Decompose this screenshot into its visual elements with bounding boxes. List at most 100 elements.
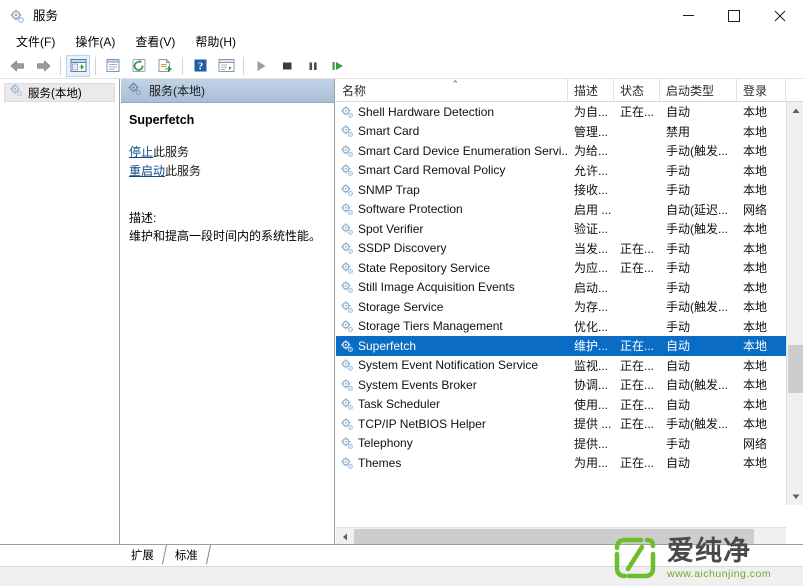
tree-item-services-local[interactable]: 服务(本地) — [4, 83, 115, 102]
cell-desc: 为存... — [574, 300, 609, 315]
vertical-scrollbar-thumb[interactable] — [788, 345, 803, 393]
cell-name: Spot Verifier — [336, 219, 568, 239]
table-row[interactable]: Themes 为用... 正在... 自动 本地 — [336, 453, 786, 473]
cell-status — [614, 161, 660, 181]
tab-standard[interactable]: 标准 — [162, 545, 212, 564]
menu-action[interactable]: 操作(A) — [65, 32, 125, 52]
table-row[interactable]: Shell Hardware Detection 为自... 正在... 自动 本地 — [336, 102, 786, 122]
cell-desc: 验证... — [574, 222, 609, 237]
service-gear-icon — [340, 417, 354, 431]
service-gear-icon — [340, 456, 354, 470]
scroll-up-arrow-icon[interactable] — [787, 102, 803, 119]
service-name: Telephony — [358, 436, 413, 451]
restart-service-icon[interactable] — [327, 55, 351, 77]
properties-icon[interactable] — [101, 55, 125, 77]
table-row[interactable]: Telephony 提供... 手动 网络 — [336, 434, 786, 454]
forward-icon[interactable] — [31, 55, 55, 77]
cell-desc: 监视... — [574, 358, 609, 373]
column-header-2[interactable]: 状态 — [614, 79, 660, 101]
show-hide-action-pane-icon[interactable] — [214, 55, 238, 77]
main-content: 服务(本地) 服务(本地) Superfetch 停止此服务 重启动此服务 描述… — [0, 79, 803, 544]
menu-file[interactable]: 文件(F) — [6, 32, 65, 52]
tab-extended[interactable]: 扩展 — [118, 545, 168, 564]
pause-service-icon[interactable] — [301, 55, 325, 77]
service-name: TCP/IP NetBIOS Helper — [358, 416, 486, 431]
cell-status — [614, 200, 660, 220]
maximize-button[interactable] — [711, 0, 757, 31]
cell-startup: 自动(触发... — [666, 378, 728, 393]
cell-logon: 本地 — [743, 144, 768, 159]
service-gear-icon — [340, 241, 354, 255]
close-button[interactable] — [757, 0, 803, 31]
table-row[interactable]: System Event Notification Service 监视... 正在… — [336, 356, 786, 376]
stop-service-suffix: 此服务 — [153, 145, 190, 159]
table-row[interactable]: SNMP Trap 接收... 手动 本地 — [336, 180, 786, 200]
cell-desc: 提供 ... — [574, 417, 612, 432]
menu-view[interactable]: 查看(V) — [125, 32, 185, 52]
cell-name: TCP/IP NetBIOS Helper — [336, 414, 568, 434]
toolbar-separator — [60, 56, 61, 75]
restart-service-link[interactable]: 重启动 — [129, 164, 165, 178]
column-header-label: 登录 — [743, 83, 768, 98]
service-name: State Repository Service — [358, 260, 491, 275]
table-row[interactable]: System Events Broker 协调... 正在... 自动(触发... 本地 — [336, 375, 786, 395]
help-icon[interactable]: ? — [188, 55, 212, 77]
service-name: Task Scheduler — [358, 397, 441, 412]
column-header-3[interactable]: 启动类型 — [660, 79, 737, 101]
table-row[interactable]: Software Protection 启用 ... 自动(延迟... 网络 — [336, 200, 786, 220]
refresh-icon[interactable] — [127, 55, 151, 77]
service-name: Storage Service — [358, 299, 444, 314]
export-list-icon[interactable] — [153, 55, 177, 77]
list-column-headers: 名称 ⌃ 描述 状态 启动类型 登录 — [336, 79, 803, 102]
cell-logon: 本地 — [743, 261, 768, 276]
tab-label: 标准 — [175, 549, 198, 562]
stop-service-link[interactable]: 停止 — [129, 145, 153, 159]
column-header-1[interactable]: 描述 — [568, 79, 614, 101]
table-row[interactable]: Smart Card Device Enumeration Servi... 为给… — [336, 141, 786, 161]
cell-status — [614, 141, 660, 161]
cell-logon: 本地 — [743, 183, 768, 198]
table-row[interactable]: Storage Tiers Management 优化... 手动 本地 — [336, 317, 786, 337]
horizontal-scrollbar-thumb[interactable] — [354, 529, 754, 544]
cell-desc: 使用... — [574, 397, 609, 412]
title-bar: 服务 — [0, 0, 803, 31]
cell-startup: 手动 — [666, 183, 691, 198]
column-header-0[interactable]: 名称 ⌃ — [336, 79, 568, 101]
scroll-down-arrow-icon[interactable] — [787, 488, 803, 505]
menu-help[interactable]: 帮助(H) — [185, 32, 246, 52]
cell-desc: 提供... — [574, 436, 609, 451]
cell-desc: 启动... — [574, 280, 609, 295]
service-gear-icon — [340, 183, 354, 197]
back-icon[interactable] — [5, 55, 29, 77]
cell-status: 正在... — [620, 261, 655, 276]
table-row[interactable]: Task Scheduler 使用... 正在... 自动 本地 — [336, 395, 786, 415]
stop-service-icon[interactable] — [275, 55, 299, 77]
table-row[interactable]: State Repository Service 为应... 正在... 手动 本地 — [336, 258, 786, 278]
horizontal-scrollbar[interactable] — [336, 527, 786, 544]
cell-logon: 网络 — [743, 436, 768, 451]
table-row[interactable]: Spot Verifier 验证... 手动(触发... 本地 — [336, 219, 786, 239]
cell-startup: 手动 — [666, 261, 691, 276]
table-row[interactable]: TCP/IP NetBIOS Helper 提供 ... 正在... 手动(触发...… — [336, 414, 786, 434]
service-name: Storage Tiers Management — [358, 319, 503, 334]
minimize-button[interactable] — [665, 0, 711, 31]
cell-desc: 当发... — [574, 241, 609, 256]
cell-desc: 协调... — [574, 378, 609, 393]
restart-service-line: 重启动此服务 — [129, 162, 334, 181]
start-service-icon[interactable] — [249, 55, 273, 77]
table-row[interactable]: SSDP Discovery 当发... 正在... 手动 本地 — [336, 239, 786, 259]
description-text: 维护和提高一段时间内的系统性能。 — [129, 229, 322, 243]
cell-name: Smart Card — [336, 122, 568, 142]
table-row[interactable]: Superfetch 维护... 正在... 自动 本地 — [336, 336, 786, 356]
service-name: Still Image Acquisition Events — [358, 280, 515, 295]
table-row[interactable]: Still Image Acquisition Events 启动... 手动 本地 — [336, 278, 786, 298]
scroll-left-arrow-icon[interactable] — [336, 528, 353, 545]
table-row[interactable]: Smart Card 管理... 禁用 本地 — [336, 122, 786, 142]
show-hide-console-tree-icon[interactable] — [66, 54, 90, 77]
table-row[interactable]: Storage Service 为存... 手动(触发... 本地 — [336, 297, 786, 317]
table-row[interactable]: Smart Card Removal Policy 允许... 手动 本地 — [336, 161, 786, 181]
vertical-scrollbar[interactable] — [786, 102, 803, 505]
cell-startup: 手动(触发... — [666, 300, 728, 315]
column-header-4[interactable]: 登录 — [737, 79, 786, 101]
service-gear-icon — [340, 300, 354, 314]
